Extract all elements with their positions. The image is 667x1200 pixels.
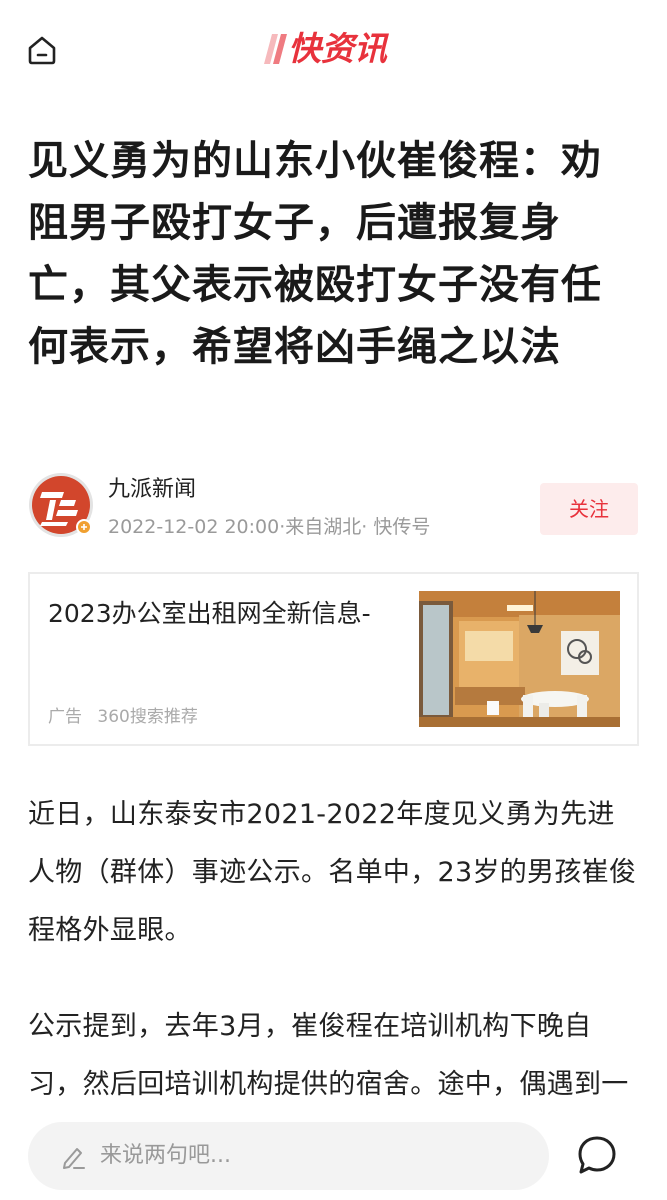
comment-placeholder: 来说两句吧... bbox=[100, 1143, 231, 1168]
follow-button[interactable]: 关注 bbox=[540, 483, 638, 535]
comment-input[interactable]: 来说两句吧... bbox=[28, 1122, 549, 1190]
author-name[interactable]: 九派新闻 bbox=[108, 476, 196, 504]
article-paragraph: 近日，山东泰安市2021-2022年度见义勇为先进人物（群体）事迹公示。名单中，… bbox=[28, 799, 637, 946]
author-avatar[interactable] bbox=[28, 472, 94, 538]
ad-tag: 广告 bbox=[48, 707, 82, 727]
ad-image bbox=[419, 591, 620, 727]
publish-meta: 2022-12-02 20:00·来自湖北· 快传号 bbox=[108, 516, 431, 538]
comment-bubble-icon[interactable] bbox=[576, 1134, 618, 1176]
ad-card[interactable]: 2023办公室出租网全新信息- 广告 360搜索推荐 bbox=[28, 572, 639, 746]
app-logo: 快资讯 bbox=[262, 28, 404, 70]
article-title: 见义勇为的山东小伙崔俊程：劝阻男子殴打女子，后遭报复身亡，其父表示被殴打女子没有… bbox=[28, 138, 602, 370]
top-bar: 快资讯 bbox=[0, 0, 667, 100]
app-logo-text: 快资讯 bbox=[288, 29, 387, 68]
ad-title: 2023办公室出租网全新信息- bbox=[48, 599, 371, 628]
bottom-bar: 来说两句吧... bbox=[0, 1110, 667, 1200]
home-icon[interactable] bbox=[26, 34, 58, 66]
ad-source: 360搜索推荐 bbox=[97, 707, 198, 727]
ad-meta: 广告 360搜索推荐 bbox=[48, 702, 208, 727]
pen-icon bbox=[60, 1144, 86, 1170]
author-row: 九派新闻 2022-12-02 20:00·来自湖北· 快传号 关注 bbox=[28, 472, 640, 540]
